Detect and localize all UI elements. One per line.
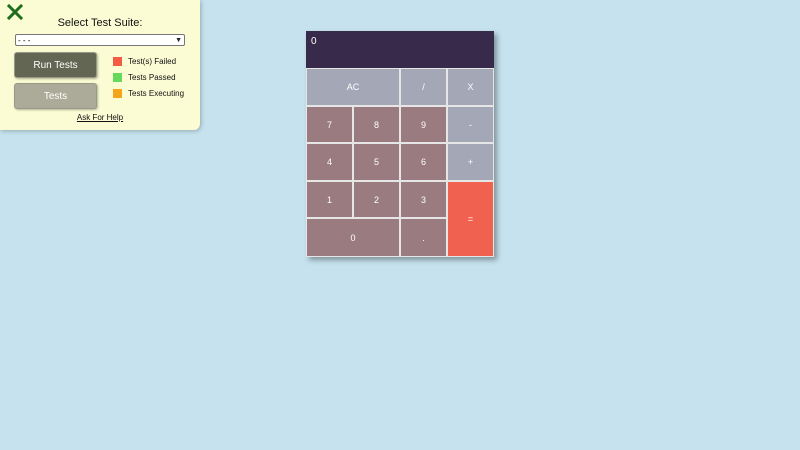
five-key[interactable]: 5 [353,143,400,181]
add-key[interactable]: + [447,143,494,181]
multiply-key[interactable]: X [447,68,494,106]
seven-key[interactable]: 7 [306,106,353,143]
one-key[interactable]: 1 [306,181,353,218]
legend-passed-label: Tests Passed [128,73,176,82]
passed-swatch [113,73,122,82]
legend-failed-label: Test(s) Failed [128,57,177,66]
three-key[interactable]: 3 [400,181,447,218]
legend-executing-label: Tests Executing [128,89,185,98]
two-key[interactable]: 2 [353,181,400,218]
divide-key[interactable]: / [400,68,447,106]
executing-swatch [113,89,122,98]
subtract-key[interactable]: - [447,106,494,143]
test-suite-selected-value: - - - [18,35,31,45]
zero-key[interactable]: 0 [306,218,400,257]
tests-button[interactable]: Tests [14,83,97,109]
calculator-display: 0 [306,31,494,68]
decimal-key[interactable]: . [400,218,447,257]
panel-title: Select Test Suite: [57,17,143,29]
test-panel: Select Test Suite: - - - ▼ Run Tests Tes… [0,0,200,130]
failed-swatch [113,57,122,66]
legend-failed: Test(s) Failed [113,57,176,66]
eight-key[interactable]: 8 [353,106,400,143]
clear-key[interactable]: AC [306,68,400,106]
four-key[interactable]: 4 [306,143,353,181]
ask-for-help-link[interactable]: Ask For Help [0,113,200,122]
six-key[interactable]: 6 [400,143,447,181]
nine-key[interactable]: 9 [400,106,447,143]
legend-passed: Tests Passed [113,73,176,82]
legend-executing: Tests Executing [113,89,184,98]
run-tests-button[interactable]: Run Tests [14,52,97,78]
chevron-down-icon: ▼ [175,36,182,44]
equals-key[interactable]: = [447,181,494,257]
calculator: 0 AC / X 7 8 9 - 4 5 6 + 1 2 3 = 0 . [306,31,494,257]
test-suite-select[interactable]: - - - ▼ [15,34,185,46]
